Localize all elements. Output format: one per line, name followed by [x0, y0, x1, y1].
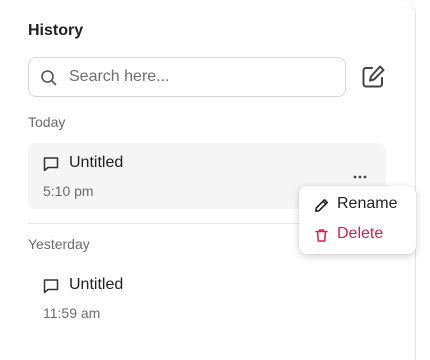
history-item-time: 11:59 am [43, 305, 101, 321]
section-label-today: Today [28, 114, 66, 130]
panel-title: History [28, 22, 84, 39]
delete-menu-item[interactable]: Delete [299, 221, 416, 249]
history-item-time: 5:10 pm [43, 183, 94, 199]
rename-menu-item[interactable]: Rename [299, 191, 416, 219]
search-input[interactable] [69, 58, 339, 96]
delete-label: Delete [337, 225, 384, 242]
message-square-icon [42, 277, 60, 295]
item-context-menu: Rename Delete [299, 186, 416, 254]
search-icon [39, 68, 59, 88]
more-horizontal-icon[interactable] [350, 170, 370, 182]
section-label-yesterday: Yesterday [28, 236, 90, 252]
history-panel: History Today Untitled 5:10 pm [0, 0, 416, 360]
rename-label: Rename [337, 195, 398, 212]
search-box[interactable] [28, 57, 346, 97]
history-item-title: Untitled [69, 276, 124, 293]
trash-icon [314, 228, 329, 243]
message-square-icon [42, 155, 60, 173]
edit-square-icon [359, 65, 387, 95]
new-chat-button[interactable] [359, 63, 387, 91]
history-item-title: Untitled [69, 154, 124, 171]
pencil-icon [314, 198, 329, 213]
history-item[interactable]: Untitled 11:59 am [28, 265, 386, 331]
